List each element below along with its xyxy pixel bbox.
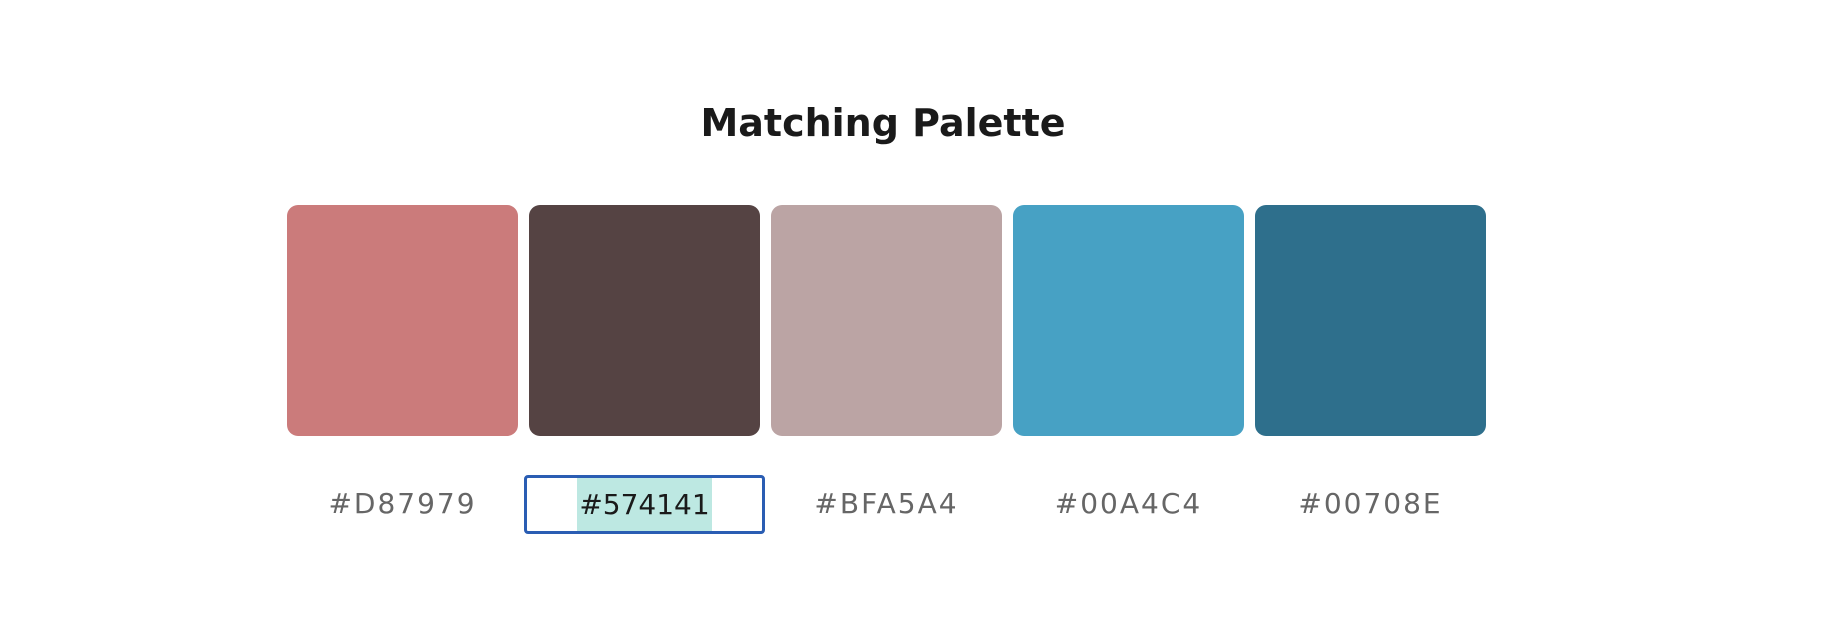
color-swatch-4[interactable] xyxy=(1013,205,1244,436)
color-swatch-2[interactable] xyxy=(529,205,760,436)
page-title: Matching Palette xyxy=(700,101,1066,145)
hex-code-field-4[interactable]: #00A4C4 xyxy=(1013,475,1244,533)
color-swatch-3[interactable] xyxy=(771,205,1002,436)
hex-code-field-1[interactable]: #D87979 xyxy=(287,475,518,533)
hex-code-selected-text: #574141 xyxy=(577,478,712,531)
color-swatch-5[interactable] xyxy=(1255,205,1486,436)
hex-code-input-active[interactable]: #574141 xyxy=(524,475,765,534)
hex-code-field-3[interactable]: #BFA5A4 xyxy=(771,475,1002,533)
color-swatch-1[interactable] xyxy=(287,205,518,436)
hex-code-field-5[interactable]: #00708E xyxy=(1255,475,1486,533)
